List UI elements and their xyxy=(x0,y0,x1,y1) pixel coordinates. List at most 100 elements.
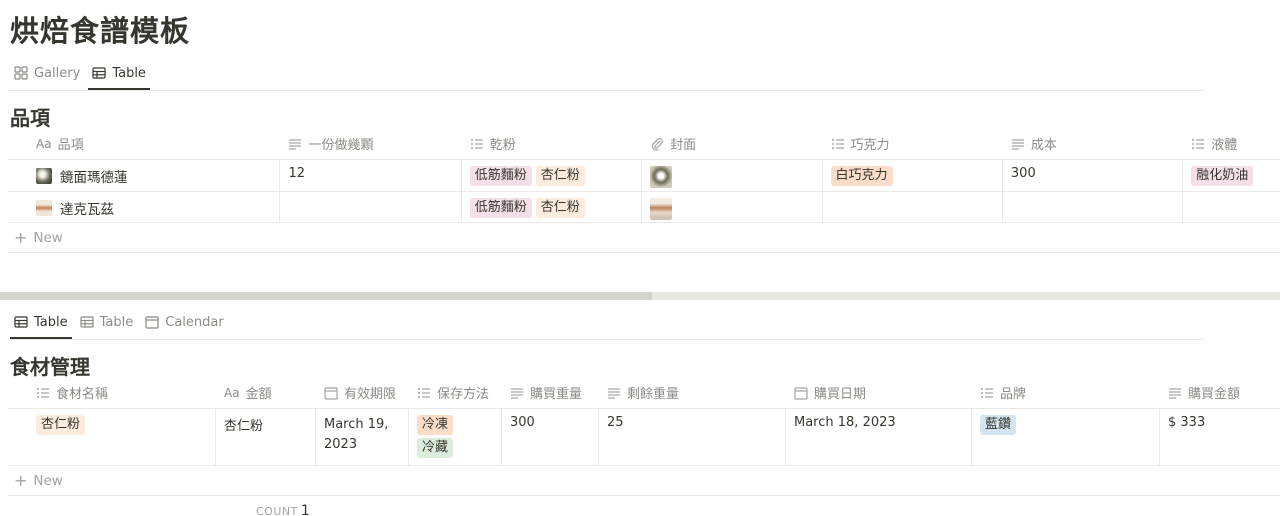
tab-gallery[interactable]: Gallery xyxy=(10,57,84,89)
row-title-cell[interactable]: 達克瓦茲 xyxy=(8,192,281,222)
cell-per-batch[interactable] xyxy=(280,192,462,222)
calendar-icon xyxy=(324,386,338,400)
title-aa-icon: Aa xyxy=(36,136,52,151)
view-tabs-top: Gallery Table xyxy=(10,57,154,90)
table-icon xyxy=(92,67,106,79)
column-header-storage[interactable]: 保存方法 xyxy=(409,377,502,408)
add-new-row-button[interactable]: + New xyxy=(8,466,1280,496)
calendar-icon xyxy=(145,316,159,329)
cell-per-batch[interactable]: 12 xyxy=(280,160,462,191)
multiselect-icon xyxy=(981,387,993,398)
text-icon xyxy=(608,387,620,399)
cell-liquid[interactable]: 融化奶油 xyxy=(1183,160,1280,191)
cell-flour[interactable]: 低筋麵粉 杏仁粉 xyxy=(462,160,643,191)
table-row[interactable]: 達克瓦茲 低筋麵粉 杏仁粉 xyxy=(8,192,1280,223)
cell-purchase-weight[interactable]: 300 xyxy=(502,409,599,465)
multiselect-icon xyxy=(1192,138,1205,149)
section-title-recipes: 品項 xyxy=(10,106,50,130)
plus-icon: + xyxy=(14,471,28,490)
page-title: 烘焙食譜模板 xyxy=(10,14,191,48)
cell-liquid[interactable] xyxy=(1183,192,1280,222)
tag: 冷藏 xyxy=(417,438,454,458)
row-title-cell[interactable]: 鏡面瑪德蓮 xyxy=(8,160,281,191)
column-header-purchase-weight[interactable]: 購買重量 xyxy=(502,377,599,408)
column-header-flour[interactable]: 乾粉 xyxy=(462,128,642,159)
cell-flour[interactable]: 低筋麵粉 杏仁粉 xyxy=(462,192,643,222)
tabs-divider xyxy=(8,339,1204,340)
count-summary[interactable]: COUNT 1 xyxy=(256,503,310,516)
cover-image xyxy=(650,166,673,188)
column-header-cost[interactable]: 成本 xyxy=(1003,128,1183,159)
text-icon xyxy=(511,387,523,399)
tab-label: Table xyxy=(112,65,146,81)
tab-table-1[interactable]: Table xyxy=(10,306,72,339)
tab-label: Gallery xyxy=(34,65,81,81)
column-header-ingredient[interactable]: 食材名稱 xyxy=(8,377,216,408)
table-row[interactable]: 鏡面瑪德蓮 12 低筋麵粉 杏仁粉 白巧克力 300 融化奶油 xyxy=(8,160,1280,192)
cell-remaining-weight[interactable]: 25 xyxy=(599,409,786,465)
cell-cover[interactable] xyxy=(642,160,823,191)
cell-ingredient[interactable]: 杏仁粉 xyxy=(8,409,216,465)
cell-cost[interactable] xyxy=(1003,192,1184,222)
tag: 杏仁粉 xyxy=(535,166,585,186)
text-icon xyxy=(1011,138,1024,150)
cell-expiry[interactable]: March 19, 2023 xyxy=(316,409,409,465)
column-header-amount[interactable]: Aa 金額 xyxy=(216,377,316,408)
ingredients-table: 食材名稱 Aa 金額 有效期限 保存方法 購買重量 剩餘重量 購買日期 品牌 購… xyxy=(8,377,1280,496)
column-header-cover[interactable]: 封面 xyxy=(642,128,822,159)
column-header-expiry[interactable]: 有效期限 xyxy=(316,377,409,408)
cell-chocolate[interactable]: 白巧克力 xyxy=(823,160,1003,191)
tag: 杏仁粉 xyxy=(535,198,585,218)
column-header-per-batch[interactable]: 一份做幾顆 xyxy=(280,128,461,159)
column-header-chocolate[interactable]: 巧克力 xyxy=(823,128,1003,159)
scrollbar-thumb[interactable] xyxy=(0,292,652,300)
tag: 冷凍 xyxy=(417,415,454,435)
horizontal-scrollbar[interactable] xyxy=(0,292,1280,300)
title-aa-icon: Aa xyxy=(224,385,240,400)
cell-cost[interactable]: 300 xyxy=(1003,160,1184,191)
tab-table-2[interactable]: Table xyxy=(76,306,138,338)
recipe-name: 達克瓦茲 xyxy=(60,202,114,218)
tag: 藍鑽 xyxy=(980,415,1017,435)
multiselect-icon xyxy=(37,387,49,398)
cell-cover[interactable] xyxy=(642,192,823,222)
column-header-remaining-weight[interactable]: 剩餘重量 xyxy=(599,377,786,408)
plus-icon: + xyxy=(14,228,28,247)
cell-purchase-amount[interactable]: $ 333 xyxy=(1160,409,1280,465)
column-header-brand[interactable]: 品牌 xyxy=(972,377,1160,408)
tab-label: Table xyxy=(99,314,134,330)
recipes-table: Aa 品項 一份做幾顆 乾粉 封面 巧克力 成本 液體 鏡面瑪德蓮 12 低筋麵… xyxy=(8,128,1280,253)
column-header-purchase-date[interactable]: 購買日期 xyxy=(786,377,972,408)
table-row[interactable]: 杏仁粉 杏仁粉 March 19, 2023 冷凍 冷藏 300 25 Marc… xyxy=(8,409,1280,466)
cell-chocolate[interactable] xyxy=(823,192,1003,222)
cell-brand[interactable]: 藍鑽 xyxy=(972,409,1160,465)
gallery-icon xyxy=(14,66,28,80)
column-header-liquid[interactable]: 液體 xyxy=(1183,128,1280,159)
calendar-icon xyxy=(794,386,808,400)
cell-storage[interactable]: 冷凍 冷藏 xyxy=(409,409,502,465)
column-header-name[interactable]: Aa 品項 xyxy=(8,128,280,159)
tabs-divider xyxy=(8,90,1204,91)
cover-image xyxy=(650,198,673,220)
add-new-row-button[interactable]: + New xyxy=(8,223,1280,253)
recipe-thumbnail-icon xyxy=(36,168,52,184)
table-icon xyxy=(14,316,28,328)
recipe-name: 鏡面瑪德蓮 xyxy=(60,170,128,186)
cell-purchase-date[interactable]: March 18, 2023 xyxy=(786,409,972,465)
view-tabs-bottom: Table Table Calendar xyxy=(10,306,232,339)
multiselect-icon xyxy=(831,138,844,149)
tab-calendar[interactable]: Calendar xyxy=(141,306,227,338)
tag: 杏仁粉 xyxy=(36,415,86,435)
multiselect-icon xyxy=(418,387,430,398)
tag: 低筋麵粉 xyxy=(469,166,532,186)
tag: 低筋麵粉 xyxy=(469,198,532,218)
tab-label: Table xyxy=(34,314,68,330)
cell-amount[interactable]: 杏仁粉 xyxy=(216,409,316,465)
text-icon xyxy=(289,138,302,150)
section-title-ingredients: 食材管理 xyxy=(10,355,90,379)
tag: 白巧克力 xyxy=(830,166,893,186)
tag: 融化奶油 xyxy=(1191,166,1254,186)
column-header-purchase-amount[interactable]: 購買金額 xyxy=(1160,377,1280,408)
tab-table[interactable]: Table xyxy=(88,57,150,90)
table-header: 食材名稱 Aa 金額 有效期限 保存方法 購買重量 剩餘重量 購買日期 品牌 購… xyxy=(8,377,1280,409)
